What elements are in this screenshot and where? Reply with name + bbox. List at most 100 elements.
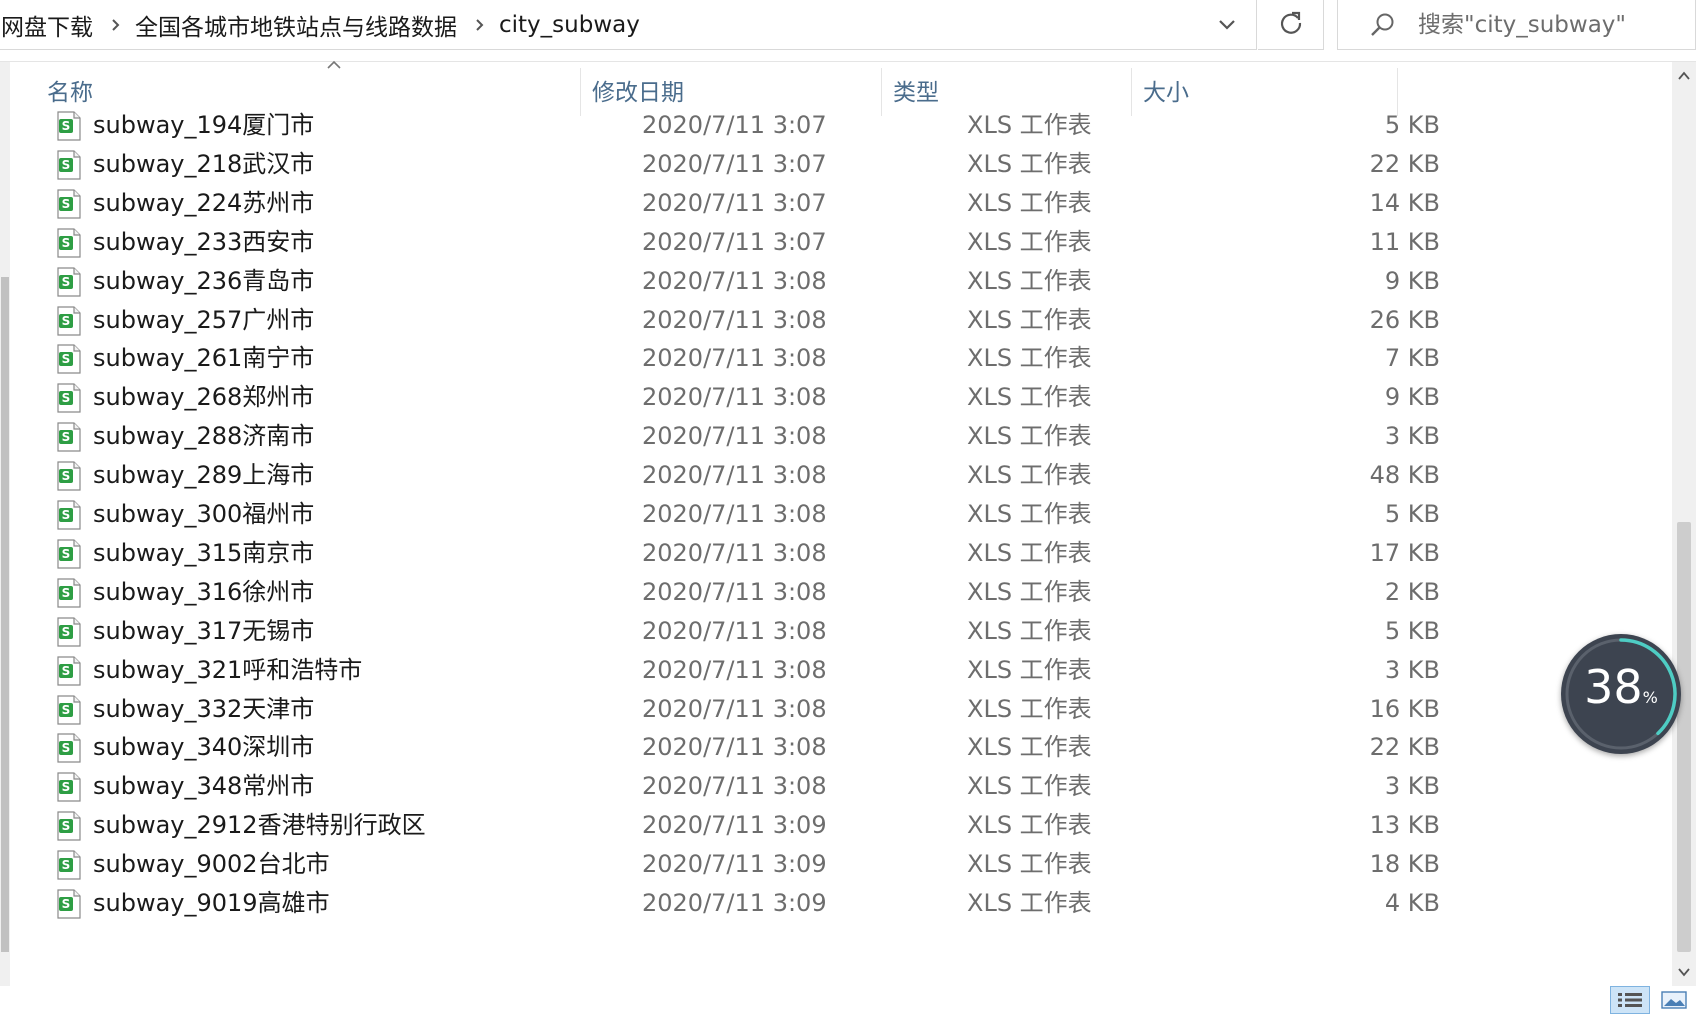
search-box[interactable] — [1337, 0, 1696, 50]
refresh-button[interactable] — [1258, 0, 1324, 50]
file-size: 48 KB — [1369, 461, 1440, 490]
file-name[interactable]: subway_289上海市 — [93, 454, 314, 496]
file-row[interactable]: S subway_9002台北市 2020/7/11 3:09 XLS 工作表 … — [50, 843, 1440, 885]
chevron-down-icon[interactable] — [1199, 0, 1255, 48]
file-row[interactable]: S subway_317无锡市 2020/7/11 3:08 XLS 工作表 5… — [50, 610, 1440, 652]
breadcrumb-item[interactable]: city_subway — [497, 12, 646, 38]
xls-spreadsheet-icon: S — [57, 266, 81, 297]
file-row[interactable]: S subway_2912香港特别行政区 2020/7/11 3:09 XLS … — [50, 804, 1440, 846]
svg-text:S: S — [62, 158, 71, 172]
file-type: XLS 工作表 — [967, 694, 1092, 723]
search-input[interactable] — [1416, 10, 1680, 39]
refresh-icon — [1278, 10, 1304, 40]
svg-text:S: S — [62, 391, 71, 405]
svg-text:S: S — [62, 547, 71, 561]
file-name[interactable]: subway_224苏州市 — [93, 182, 314, 224]
file-type: XLS 工作表 — [967, 266, 1092, 295]
file-type: XLS 工作表 — [967, 305, 1092, 334]
file-name[interactable]: subway_9019高雄市 — [93, 882, 330, 924]
xls-spreadsheet-icon: S — [57, 655, 81, 686]
file-name[interactable]: subway_348常州市 — [93, 765, 314, 807]
file-type: XLS 工作表 — [967, 733, 1092, 762]
file-name[interactable]: subway_218武汉市 — [93, 143, 314, 185]
file-row[interactable]: S subway_321呼和浩特市 2020/7/11 3:08 XLS 工作表… — [50, 649, 1440, 691]
file-name[interactable]: subway_261南宁市 — [93, 337, 314, 379]
xls-spreadsheet-icon: S — [57, 539, 81, 569]
file-name[interactable]: subway_316徐州市 — [93, 571, 314, 613]
toolbar-divider — [0, 61, 1696, 62]
file-type: XLS 工作表 — [967, 149, 1092, 178]
file-name[interactable]: subway_317无锡市 — [93, 610, 314, 652]
svg-text:S: S — [62, 741, 71, 755]
file-modified-date: 2020/7/11 3:09 — [642, 889, 827, 917]
xls-spreadsheet-icon: S — [57, 772, 81, 802]
file-name[interactable]: subway_300福州市 — [93, 493, 314, 535]
file-row[interactable]: S subway_261南宁市 2020/7/11 3:08 XLS 工作表 7… — [50, 337, 1440, 379]
file-name[interactable]: subway_268郑州市 — [93, 376, 314, 418]
svg-text:S: S — [62, 897, 71, 911]
vertical-scrollbar[interactable] — [1672, 62, 1696, 986]
file-name[interactable]: subway_321呼和浩特市 — [93, 649, 362, 691]
file-row[interactable]: S subway_9019高雄市 2020/7/11 3:09 XLS 工作表 … — [50, 882, 1440, 924]
file-name[interactable]: subway_332天津市 — [93, 688, 314, 730]
file-row[interactable]: S subway_332天津市 2020/7/11 3:08 XLS 工作表 1… — [50, 688, 1440, 730]
navigation-pane-scrollbar[interactable] — [0, 62, 10, 1014]
breadcrumb-item[interactable]: 网盘下载 — [0, 8, 99, 42]
file-row[interactable]: S subway_236青岛市 2020/7/11 3:08 XLS 工作表 9… — [50, 260, 1440, 302]
address-bar[interactable]: 网盘下载 全国各城市地铁站点与线路数据 city_subway — [0, 0, 1257, 50]
xls-spreadsheet-icon: S — [57, 150, 81, 180]
file-row[interactable]: S subway_288济南市 2020/7/11 3:08 XLS 工作表 3… — [50, 415, 1440, 457]
scroll-up-arrow-icon[interactable] — [1672, 64, 1696, 88]
svg-text:S: S — [62, 275, 71, 289]
file-row[interactable]: S subway_289上海市 2020/7/11 3:08 XLS 工作表 4… — [50, 454, 1440, 496]
file-name[interactable]: subway_233西安市 — [93, 221, 314, 263]
chevron-right-icon[interactable] — [99, 0, 133, 50]
file-row[interactable]: S subway_315南京市 2020/7/11 3:08 XLS 工作表 1… — [50, 532, 1440, 574]
xls-spreadsheet-icon: S — [57, 461, 81, 491]
file-modified-date: 2020/7/11 3:08 — [642, 383, 827, 412]
file-size: 2 KB — [1384, 577, 1440, 606]
file-name[interactable]: subway_288济南市 — [93, 415, 314, 457]
file-name[interactable]: subway_194厦门市 — [93, 104, 314, 146]
file-modified-date: 2020/7/11 3:08 — [642, 266, 827, 295]
file-modified-date: 2020/7/11 3:07 — [642, 111, 827, 139]
file-row[interactable]: S subway_194厦门市 2020/7/11 3:07 XLS 工作表 5… — [50, 104, 1440, 146]
file-row[interactable]: S subway_257广州市 2020/7/11 3:08 XLS 工作表 2… — [50, 299, 1440, 341]
large-icons-view-button[interactable] — [1654, 986, 1694, 1014]
svg-text:S: S — [62, 780, 71, 794]
scroll-down-arrow-icon[interactable] — [1672, 960, 1696, 984]
sort-ascending-icon — [327, 60, 341, 69]
xls-spreadsheet-icon: S — [57, 578, 81, 608]
file-size: 3 KB — [1384, 422, 1440, 451]
file-row[interactable]: S subway_233西安市 2020/7/11 3:07 XLS 工作表 1… — [50, 221, 1440, 263]
file-row[interactable]: S subway_218武汉市 2020/7/11 3:07 XLS 工作表 2… — [50, 143, 1440, 185]
file-row[interactable]: S subway_300福州市 2020/7/11 3:08 XLS 工作表 5… — [50, 493, 1440, 535]
file-name[interactable]: subway_9002台北市 — [93, 843, 330, 885]
file-name[interactable]: subway_2912香港特别行政区 — [93, 804, 426, 846]
details-view-button[interactable] — [1610, 986, 1650, 1014]
svg-text:S: S — [62, 469, 71, 483]
file-row[interactable]: S subway_224苏州市 2020/7/11 3:07 XLS 工作表 1… — [50, 182, 1440, 224]
progress-badge[interactable]: 38% — [1561, 634, 1681, 754]
file-type: XLS 工作表 — [967, 538, 1092, 567]
file-size: 26 KB — [1369, 305, 1440, 334]
xls-spreadsheet-icon: S — [57, 889, 81, 919]
file-name[interactable]: subway_340深圳市 — [93, 726, 314, 768]
file-row[interactable]: S subway_316徐州市 2020/7/11 3:08 XLS 工作表 2… — [50, 571, 1440, 613]
file-row[interactable]: S subway_268郑州市 2020/7/11 3:08 XLS 工作表 9… — [50, 376, 1440, 418]
svg-text:S: S — [62, 508, 71, 522]
scrollbar-thumb[interactable] — [1, 277, 9, 952]
file-name[interactable]: subway_236青岛市 — [93, 260, 314, 302]
file-modified-date: 2020/7/11 3:07 — [642, 149, 827, 178]
file-modified-date: 2020/7/11 3:08 — [642, 422, 827, 451]
xls-spreadsheet-icon: S — [57, 228, 81, 258]
file-type: XLS 工作表 — [967, 850, 1092, 879]
chevron-right-icon[interactable] — [463, 0, 497, 50]
svg-text:S: S — [62, 119, 71, 133]
file-type: XLS 工作表 — [967, 889, 1092, 917]
file-row[interactable]: S subway_348常州市 2020/7/11 3:08 XLS 工作表 3… — [50, 765, 1440, 807]
file-row[interactable]: S subway_340深圳市 2020/7/11 3:08 XLS 工作表 2… — [50, 726, 1440, 768]
file-name[interactable]: subway_315南京市 — [93, 532, 314, 574]
file-name[interactable]: subway_257广州市 — [93, 299, 314, 341]
breadcrumb-item[interactable]: 全国各城市地铁站点与线路数据 — [133, 8, 463, 42]
